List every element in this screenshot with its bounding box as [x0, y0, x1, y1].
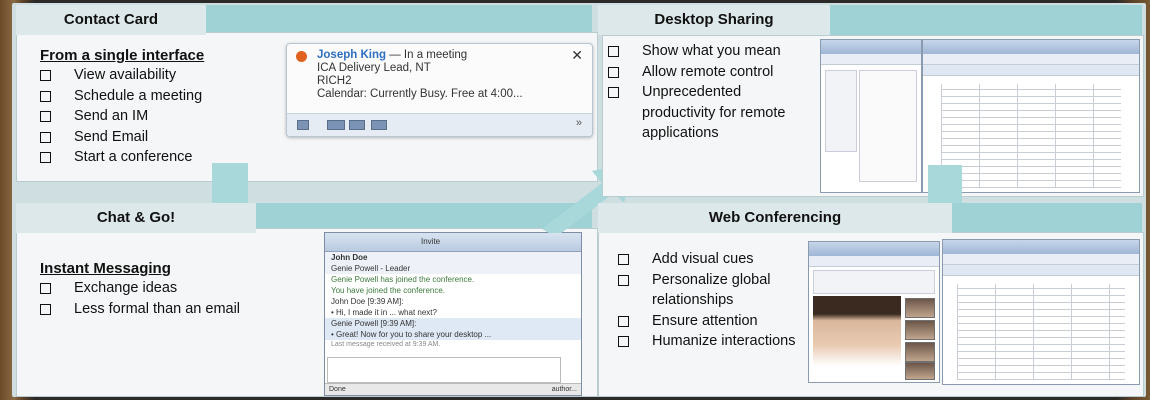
- list-item: Start a conference: [40, 147, 202, 168]
- contact-card-popup[interactable]: Joseph King — In a meeting ✕ ICA Deliver…: [286, 43, 593, 137]
- list-item: Exchange ideas: [40, 278, 240, 299]
- chat-line: You have joined the conference.: [331, 286, 446, 295]
- list-item: Schedule a meeting: [40, 86, 202, 107]
- chat-line: John Doe [9:39 AM]:: [331, 297, 404, 306]
- chat-line: • Hi, I made it in ... what next?: [331, 308, 437, 317]
- list-item: Humanize interactions: [618, 331, 798, 352]
- contact-location: RICH2: [317, 75, 352, 87]
- desktop-sharing-list: Show what you mean Allow remote control …: [608, 41, 818, 144]
- contact-title: ICA Delivery Lead, NT: [317, 62, 431, 74]
- chat-line: • Great! Now for you to share your deskt…: [325, 329, 581, 340]
- chat-line: Genie Powell has joined the conference.: [331, 275, 475, 284]
- band-desktop: [830, 5, 1142, 35]
- arrow-down-left: [212, 163, 248, 207]
- video-icon[interactable]: [327, 120, 345, 130]
- checkbox-icon: [618, 274, 629, 286]
- checkbox-icon: [40, 303, 51, 315]
- participant-row[interactable]: Genie Powell - Leader: [325, 263, 581, 274]
- desktop-screenshot-left: [820, 39, 922, 193]
- web-conferencing-list: Add visual cues Personalize global relat…: [618, 249, 798, 352]
- checkbox-icon: [608, 46, 619, 57]
- chat-line: Genie Powell [9:39 AM]:: [325, 318, 581, 329]
- checkbox-icon: [40, 111, 51, 122]
- checkbox-icon: [608, 66, 619, 78]
- arrow-down-right: [928, 165, 962, 205]
- list-item: Less formal than an email: [40, 299, 240, 320]
- contact-action-bar: »: [287, 113, 592, 136]
- checkbox-icon: [40, 131, 51, 143]
- list-item: Allow remote control: [608, 62, 818, 83]
- chat-line: Last message received at 9:39 AM.: [331, 341, 441, 348]
- video-participant-thumb: [905, 320, 935, 340]
- video-conference-window: [808, 241, 940, 383]
- checkbox-icon: [40, 283, 51, 294]
- checkbox-icon: [618, 336, 629, 347]
- list-item: Ensure attention: [618, 311, 798, 332]
- contact-calendar: Calendar: Currently Busy. Free at 4:00..…: [317, 88, 523, 100]
- contact-card-list: View availability Schedule a meeting Sen…: [40, 65, 202, 168]
- close-icon[interactable]: ✕: [571, 47, 583, 64]
- presence-busy-icon: [296, 51, 307, 62]
- expand-icon[interactable]: »: [576, 117, 582, 129]
- video-participant-thumb: [905, 362, 935, 380]
- email-icon[interactable]: [371, 120, 387, 130]
- video-participant-main: [813, 296, 901, 378]
- list-item: Unprecedented productivity for remote ap…: [608, 82, 818, 144]
- contact-card-title: Contact Card: [16, 5, 206, 35]
- chat-status-bar: Done author...: [325, 383, 581, 395]
- list-item: Show what you mean: [608, 41, 818, 62]
- chat-go-title: Chat & Go!: [16, 203, 256, 233]
- im-icon[interactable]: [349, 120, 365, 130]
- checkbox-icon: [40, 70, 51, 81]
- phone-icon[interactable]: [297, 120, 309, 130]
- checkbox-icon: [618, 315, 629, 327]
- invite-button[interactable]: Invite: [421, 237, 440, 246]
- web-conferencing-title: Web Conferencing: [598, 203, 952, 233]
- slide: Contact Card From a single interface Vie…: [12, 3, 1146, 397]
- participant-row[interactable]: John Doe: [325, 252, 581, 263]
- checkbox-icon: [40, 90, 51, 102]
- contact-name[interactable]: Joseph King: [317, 49, 386, 61]
- list-item: View availability: [40, 65, 202, 86]
- list-item: Send an IM: [40, 106, 202, 127]
- contact-card-heading: From a single interface: [40, 47, 205, 64]
- band-top-left: [202, 5, 592, 33]
- status-left: Done: [329, 386, 346, 393]
- chat-window[interactable]: Invite John Doe Genie Powell - Leader Ge…: [324, 232, 582, 396]
- band-web: [952, 203, 1142, 233]
- status-right: author...: [551, 386, 577, 393]
- desktop-sharing-title: Desktop Sharing: [598, 5, 830, 35]
- chat-go-heading: Instant Messaging: [40, 260, 171, 277]
- video-participant-thumb: [905, 298, 935, 318]
- message-input[interactable]: [327, 357, 561, 383]
- checkbox-icon: [618, 254, 629, 265]
- checkbox-icon: [608, 87, 619, 98]
- chat-toolbar: Invite: [325, 233, 581, 252]
- video-participant-thumb: [905, 342, 935, 362]
- contact-presence: — In a meeting: [386, 49, 468, 61]
- list-item: Personalize global relationships: [618, 270, 798, 311]
- checkbox-icon: [40, 152, 51, 163]
- list-item: Send Email: [40, 127, 202, 148]
- chat-go-list: Exchange ideas Less formal than an email: [40, 278, 240, 319]
- list-item: Add visual cues: [618, 249, 798, 270]
- web-conference-document: [942, 239, 1140, 385]
